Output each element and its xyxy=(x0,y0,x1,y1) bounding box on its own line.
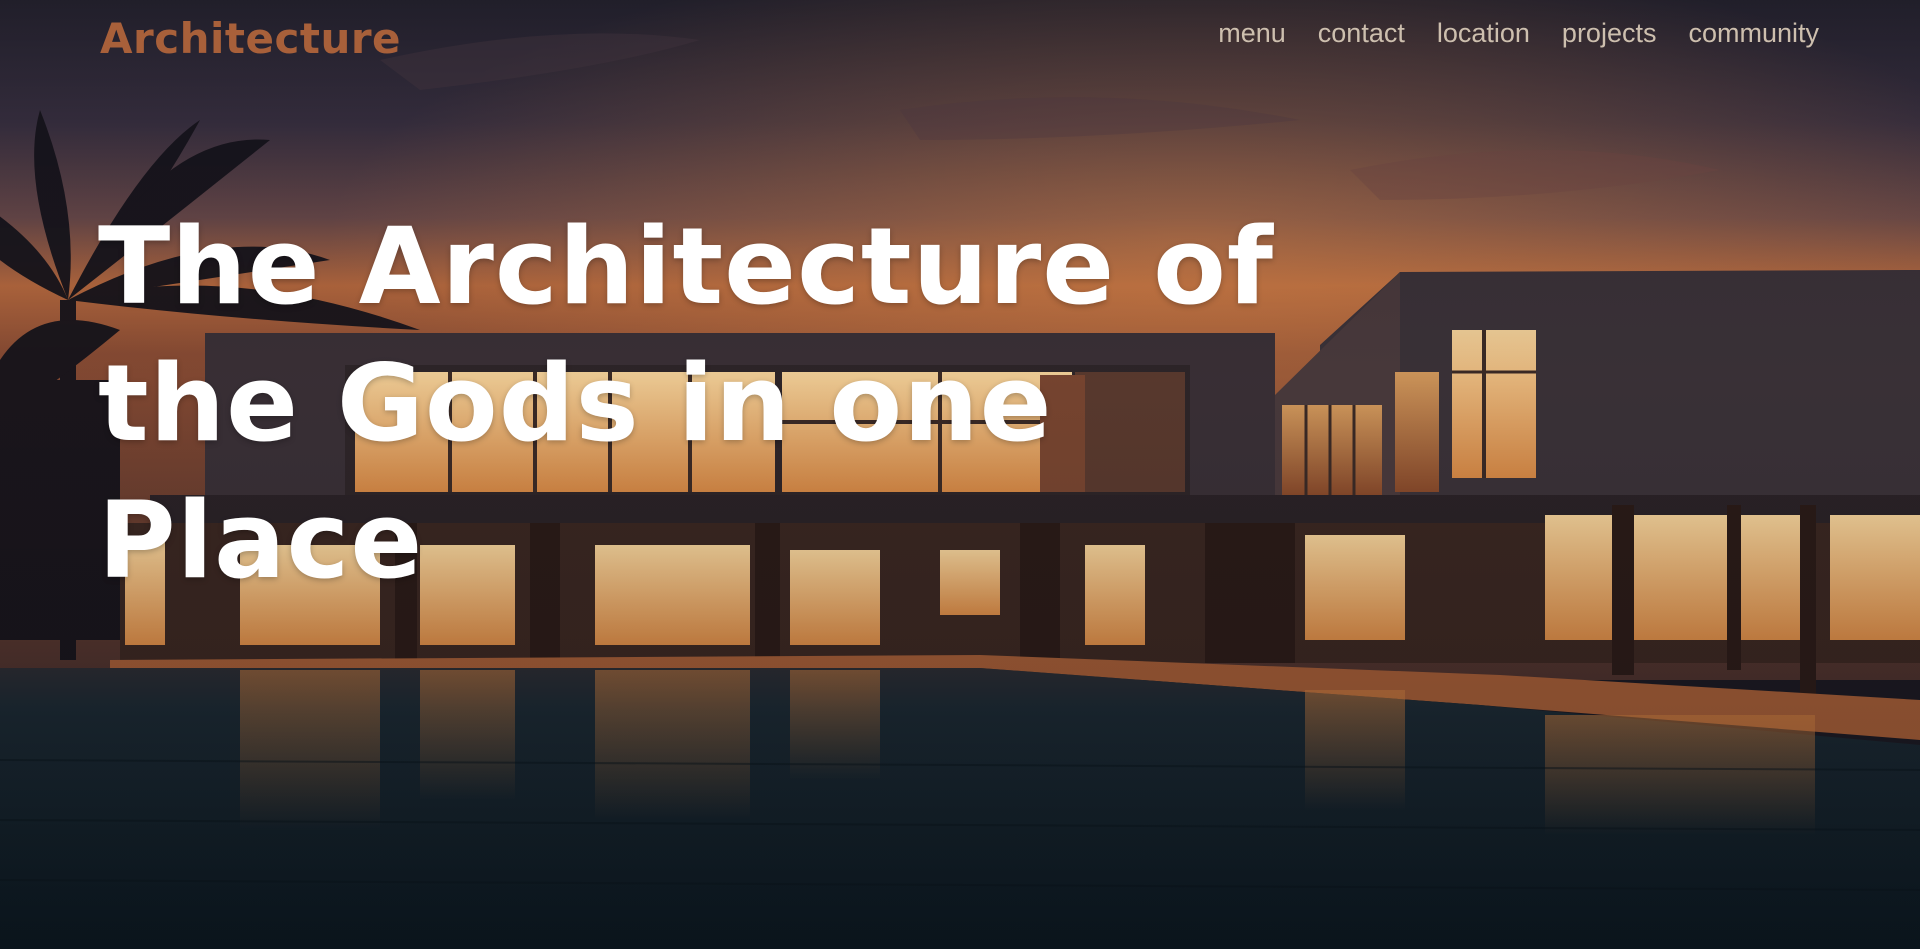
nav-link-contact[interactable]: contact xyxy=(1318,18,1405,48)
hero-headline: The Architecture of the Gods in one Plac… xyxy=(98,205,1275,602)
nav-item-contact: contact xyxy=(1318,16,1405,51)
nav-link-location[interactable]: location xyxy=(1437,18,1530,48)
nav-item-menu: menu xyxy=(1218,16,1286,51)
site-logo[interactable]: Architecture xyxy=(100,15,401,62)
top-navbar: Architecture menu contact location proje… xyxy=(0,0,1920,80)
nav-item-community: community xyxy=(1688,16,1819,51)
nav-link-menu[interactable]: menu xyxy=(1218,18,1286,48)
nav-item-projects: projects xyxy=(1562,16,1657,51)
hero-section: Architecture menu contact location proje… xyxy=(0,0,1920,949)
nav-link-projects[interactable]: projects xyxy=(1562,18,1657,48)
nav-link-community[interactable]: community xyxy=(1688,18,1819,48)
nav-item-location: location xyxy=(1437,16,1530,51)
nav-links: menu contact location projects community xyxy=(1218,16,1819,51)
